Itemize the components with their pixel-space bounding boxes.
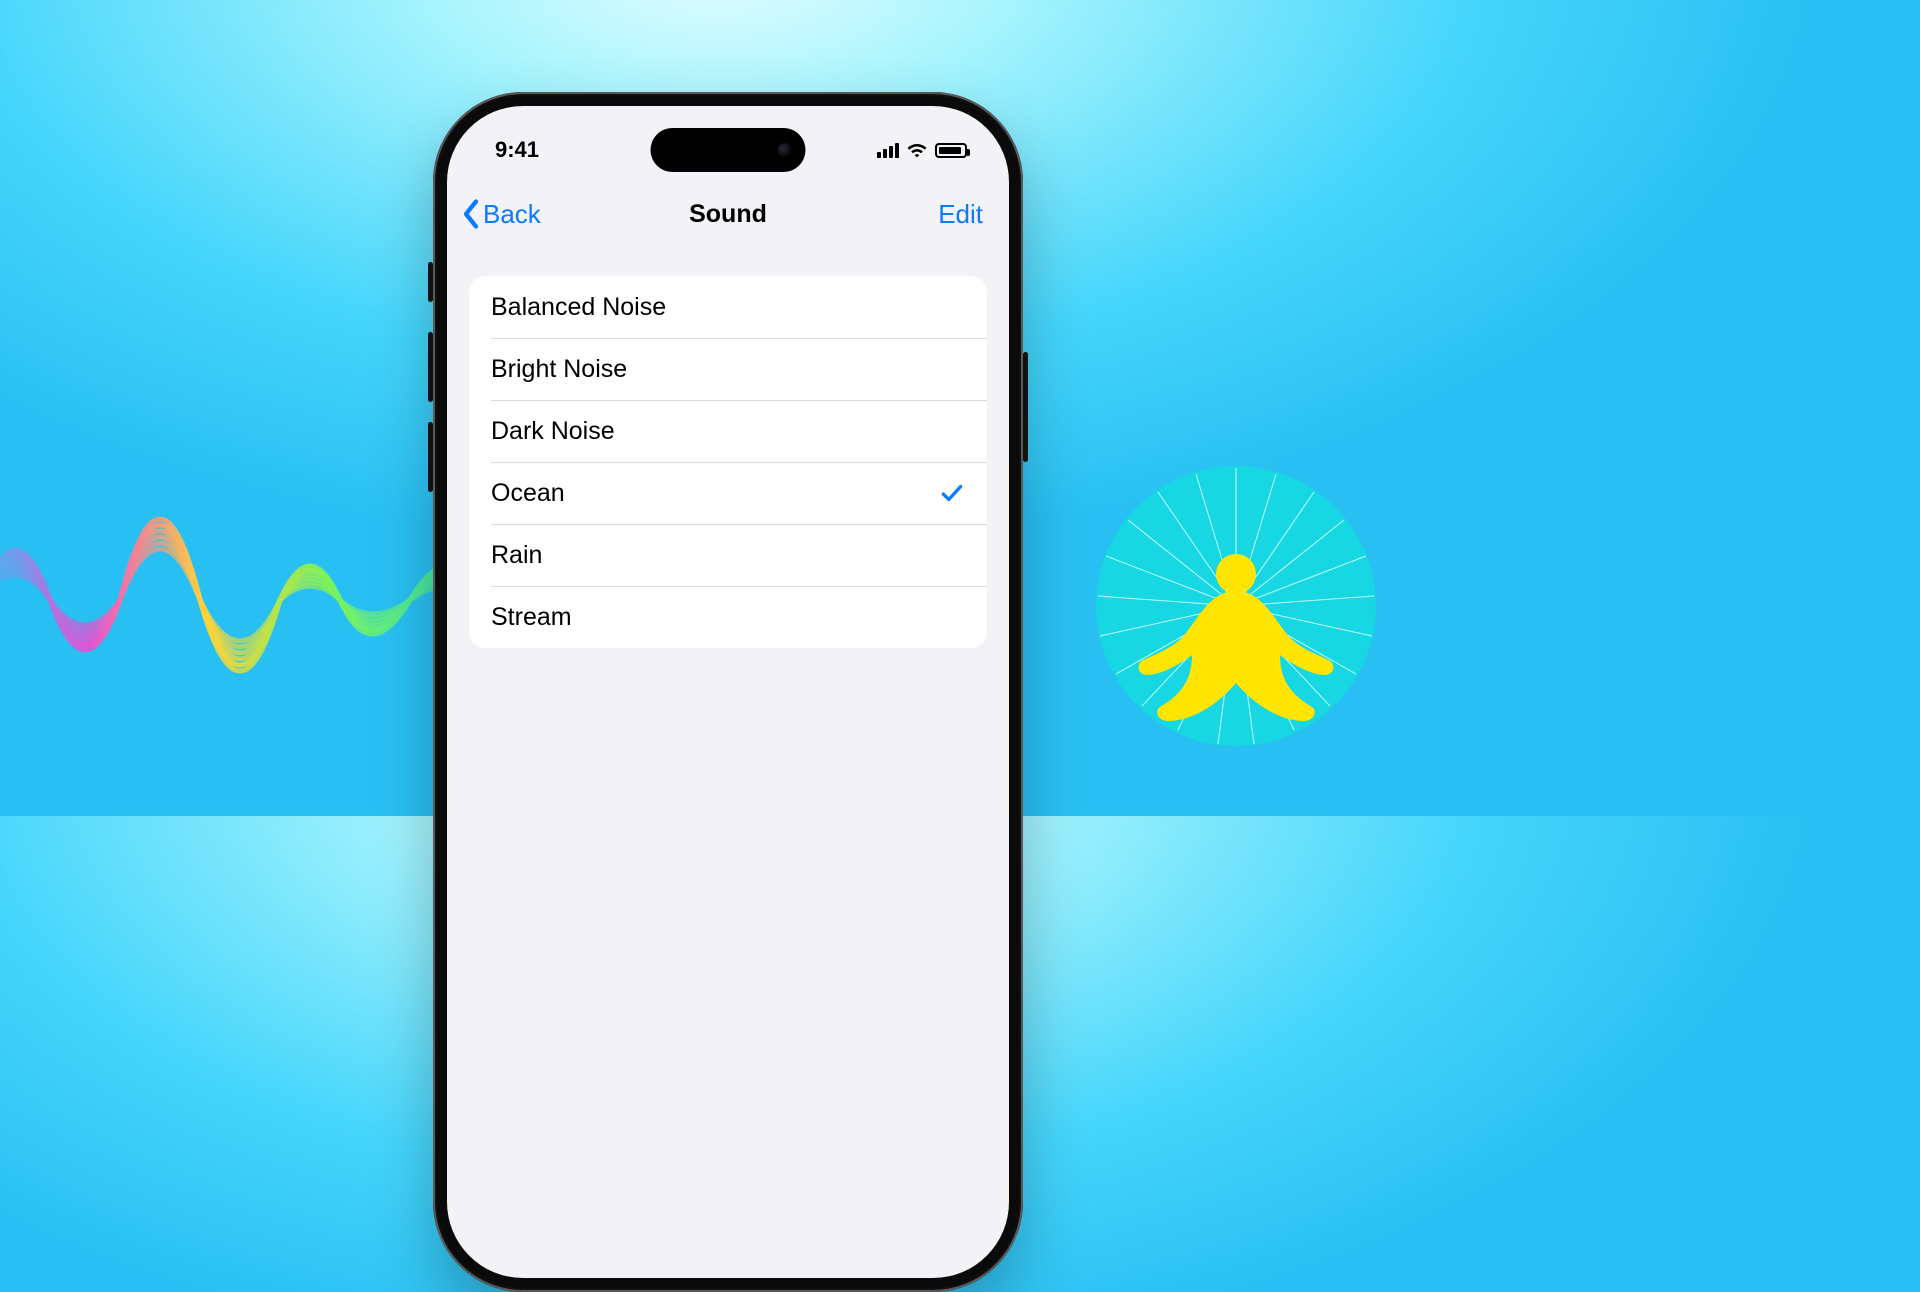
sound-option-label: Ocean <box>491 479 565 508</box>
navigation-bar: Back Sound Edit <box>447 186 1009 242</box>
sound-option[interactable]: Bright Noise <box>469 338 987 400</box>
status-bar: 9:41 <box>447 128 1009 172</box>
battery-icon <box>935 143 967 158</box>
sound-wave-decoration-icon <box>0 430 500 750</box>
sound-option[interactable]: Dark Noise <box>469 400 987 462</box>
sound-option-label: Balanced Noise <box>491 293 666 322</box>
sound-option-label: Dark Noise <box>491 417 615 446</box>
sound-option[interactable]: Balanced Noise <box>469 276 987 338</box>
checkmark-icon <box>939 480 965 506</box>
status-time: 9:41 <box>495 137 539 163</box>
chevron-left-icon <box>461 199 481 229</box>
phone-frame: 9:41 Back Sound Edit Balanced Noise Brigh… <box>433 92 1023 1292</box>
meditation-decoration-icon <box>1076 456 1396 776</box>
sound-option[interactable]: Stream <box>469 586 987 648</box>
sound-list: Balanced Noise Bright Noise Dark Noise Ocea… <box>469 276 987 648</box>
sound-option[interactable]: Rain <box>469 524 987 586</box>
back-button[interactable]: Back <box>461 199 541 230</box>
back-label: Back <box>483 199 541 230</box>
edit-button[interactable]: Edit <box>938 199 983 230</box>
sound-option-label: Rain <box>491 541 542 570</box>
sound-option-label: Stream <box>491 603 572 632</box>
sound-option-label: Bright Noise <box>491 355 627 384</box>
sound-option[interactable]: Ocean <box>469 462 987 524</box>
cellular-signal-icon <box>877 142 899 158</box>
wifi-icon <box>906 142 928 158</box>
phone-screen: 9:41 Back Sound Edit Balanced Noise Brigh… <box>447 106 1009 1278</box>
